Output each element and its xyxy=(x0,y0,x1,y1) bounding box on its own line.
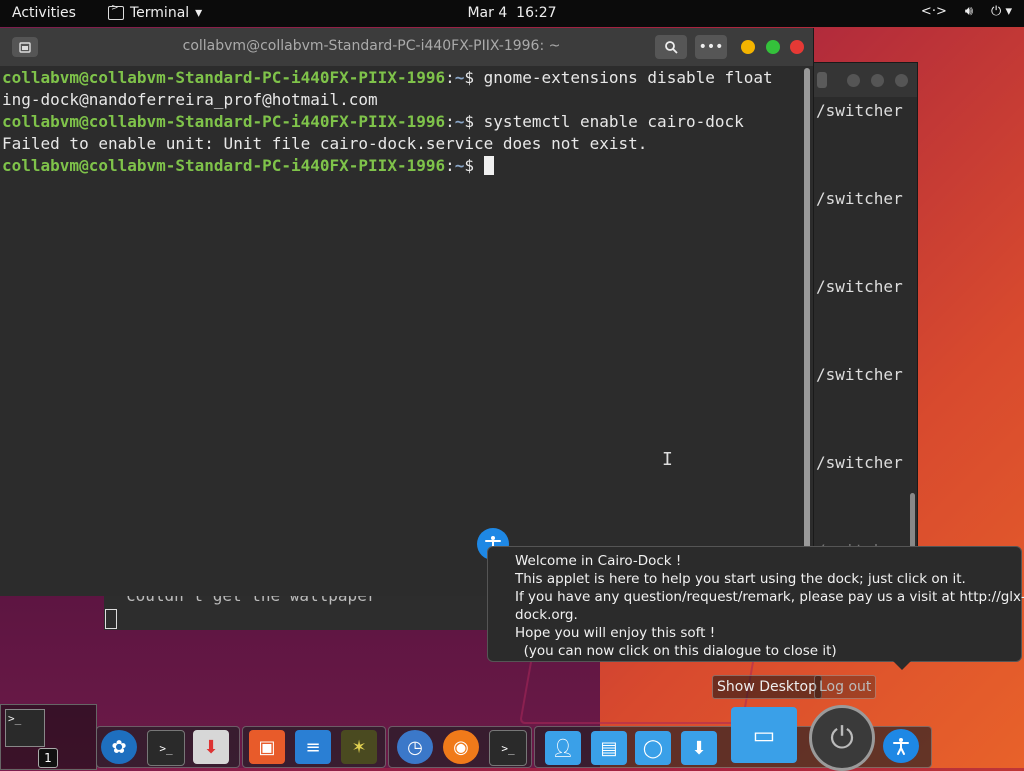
terminal-line: /switcher xyxy=(816,101,903,120)
downloads-folder-icon[interactable]: ⬇ xyxy=(681,731,717,765)
dock-group-web: ◷ ◉ >_ xyxy=(388,726,532,768)
terminal-cursor xyxy=(483,156,494,175)
terminal-icon[interactable]: >_ xyxy=(147,730,185,766)
window-title: collabvm@collabvm-Standard-PC-i440FX-PII… xyxy=(182,38,561,54)
terminal-line: /switcher xyxy=(816,453,903,472)
more-icon: ••• xyxy=(698,39,724,55)
clock-time: 16:27 xyxy=(516,5,557,21)
power-icon[interactable]: ⏻ ▾ xyxy=(991,4,1012,19)
maximize-button[interactable] xyxy=(871,74,884,87)
more-options-button[interactable] xyxy=(817,72,827,88)
workspace-switcher[interactable]: >_ 1 xyxy=(0,704,97,770)
dialog-line: This applet is here to help you start us… xyxy=(515,571,966,587)
close-button[interactable] xyxy=(895,74,908,87)
terminal-line: ing-dock@nandoferreira_prof@hotmail.com xyxy=(2,90,378,109)
new-tab-icon xyxy=(19,41,31,53)
show-desktop-icon[interactable]: ▭ xyxy=(731,707,797,763)
dock-group-media: ▣ ≡ ✶ xyxy=(242,726,386,768)
terminal-line: /switcher xyxy=(816,365,903,384)
maximize-button[interactable] xyxy=(766,40,780,54)
dialog-line: If you have any question/request/remark,… xyxy=(515,589,1024,605)
dialog-line: (you can now click on this dialogue to c… xyxy=(515,643,837,659)
text-editor-icon[interactable]: ≡ xyxy=(295,730,331,764)
documents-folder-icon[interactable]: ▤ xyxy=(591,731,627,765)
terminal-line: /switcher xyxy=(816,277,903,296)
terminal-titlebar[interactable]: collabvm@collabvm-Standard-PC-i440FX-PII… xyxy=(0,28,813,66)
dock-group-apps: ✿ >_ ⬇ xyxy=(96,726,240,768)
network-icon[interactable]: <·> xyxy=(921,4,947,19)
terminal-window[interactable]: collabvm@collabvm-Standard-PC-i440FX-PII… xyxy=(0,28,814,596)
photo-icon[interactable]: ✶ xyxy=(341,730,377,764)
dialog-line: Welcome in Cairo-Dock ! xyxy=(515,553,682,569)
background-terminal-titlebar[interactable] xyxy=(811,63,917,97)
terminal-content[interactable]: collabvm@collabvm-Standard-PC-i440FX-PII… xyxy=(2,67,802,595)
top-bar: Activities Terminal ▾ Mar 4 16:27 <·> 🔊︎… xyxy=(0,0,1024,27)
menu-button[interactable]: ••• xyxy=(695,35,727,59)
terminal-line: collabvm@collabvm-Standard-PC-i440FX-PII… xyxy=(2,155,802,177)
workspace-number: 1 xyxy=(38,748,58,768)
accessibility-icon[interactable] xyxy=(883,729,919,763)
minimize-button[interactable] xyxy=(741,40,755,54)
workspace-preview[interactable]: >_ xyxy=(5,709,45,747)
volume-icon[interactable]: 🔊︎ xyxy=(965,4,973,19)
dialog-line: Hope you will enjoy this soft ! xyxy=(515,625,716,641)
terminal-line: /switcher xyxy=(816,189,903,208)
terminal-cursor xyxy=(105,609,117,629)
image-viewer-icon[interactable]: ▣ xyxy=(249,730,285,764)
clock-date: Mar 4 xyxy=(467,5,508,21)
show-desktop-tooltip: Show Desktop xyxy=(712,675,822,699)
clock[interactable]: Mar 4 16:27 xyxy=(0,5,1024,21)
terminal-line: collabvm@collabvm-Standard-PC-i440FX-PII… xyxy=(2,68,773,87)
system-tray[interactable]: <·> 🔊︎ ⏻ ▾ xyxy=(921,4,1012,19)
terminal-icon[interactable]: >_ xyxy=(489,730,527,766)
minimize-button[interactable] xyxy=(847,74,860,87)
logout-tooltip: Log out xyxy=(814,675,877,699)
close-button[interactable] xyxy=(790,40,804,54)
text-cursor-icon: I xyxy=(662,449,673,470)
search-icon xyxy=(665,41,678,54)
home-folder-icon[interactable]: 👤︎ xyxy=(545,731,581,765)
logout-icon[interactable]: ⏻ xyxy=(809,705,875,771)
new-tab-button[interactable] xyxy=(12,37,38,57)
firefox-icon[interactable]: ◉ xyxy=(443,730,479,764)
scrollbar[interactable] xyxy=(804,68,810,568)
software-installer-icon[interactable]: ⬇ xyxy=(193,730,229,764)
cairo-dock-welcome-dialog[interactable]: Welcome in Cairo-Dock ! This applet is h… xyxy=(487,546,1024,670)
terminal-line: Failed to enable unit: Unit file cairo-d… xyxy=(2,134,648,153)
gimp-icon[interactable]: ✿ xyxy=(101,730,137,764)
dock-group-places: 👤︎ ▤ ◯ ⬇ ▭ ⏻ xyxy=(534,705,932,771)
dialog-tail xyxy=(893,661,911,670)
terminal-line: collabvm@collabvm-Standard-PC-i440FX-PII… xyxy=(2,112,744,131)
dialog-line: dock.org. xyxy=(515,607,578,623)
pictures-folder-icon[interactable]: ◯ xyxy=(635,731,671,765)
clock-icon[interactable]: ◷ xyxy=(397,730,433,764)
search-button[interactable] xyxy=(655,35,687,59)
